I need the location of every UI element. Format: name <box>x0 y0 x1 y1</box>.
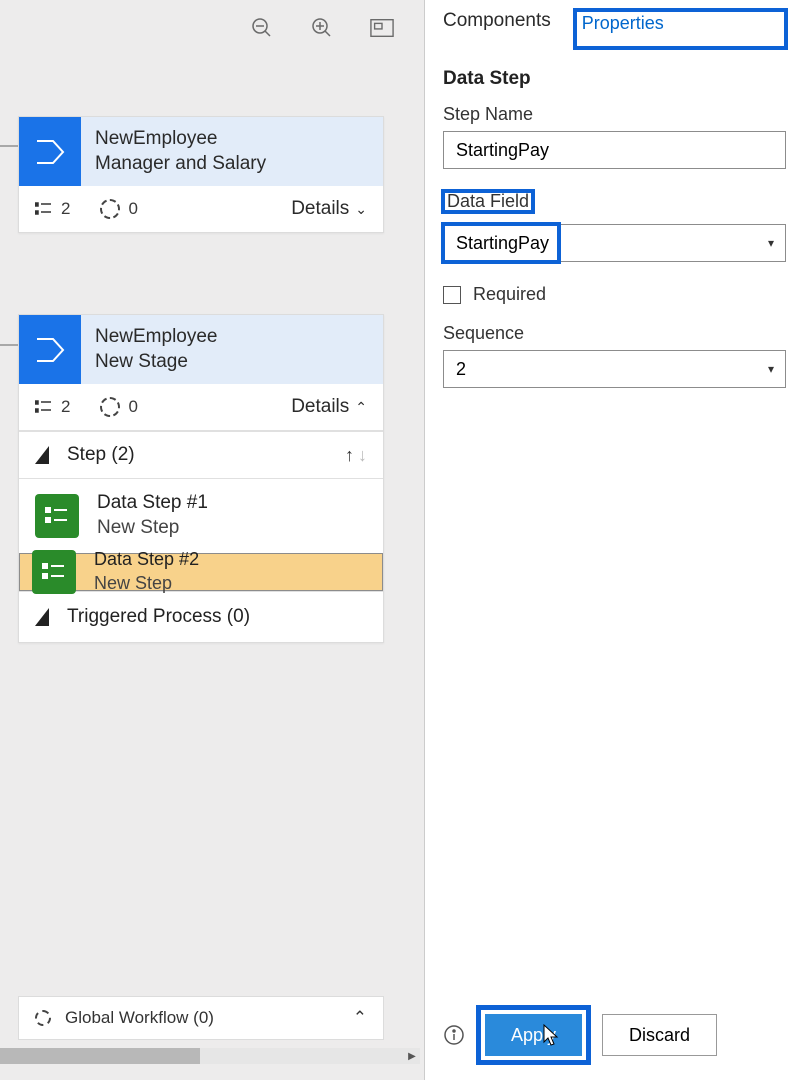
step-label: Data Step #2 <box>94 548 199 571</box>
stage-icon <box>19 117 81 186</box>
dashed-circle-icon <box>35 1010 51 1026</box>
stage-meta: 2 0 Details ⌃ <box>19 384 383 430</box>
panel-section-title: Data Step <box>425 62 804 104</box>
step-count: 2 <box>35 397 70 417</box>
step-label: Data Step #1 <box>97 491 208 516</box>
sequence-label: Sequence <box>443 323 786 344</box>
move-down-icon[interactable]: ↓ <box>358 445 367 466</box>
stage-titles: NewEmployee New Stage <box>81 315 232 384</box>
zoom-in-icon[interactable] <box>310 16 334 40</box>
required-checkbox-row[interactable]: Required <box>443 284 786 305</box>
tab-properties[interactable]: Properties <box>575 10 786 48</box>
data-step-icon <box>35 494 79 538</box>
triggered-process-row[interactable]: Triggered Process (0) <box>19 591 383 642</box>
steps-section-header[interactable]: Step (2) ↑ ↓ <box>19 431 383 478</box>
stage-entity: NewEmployee <box>95 325 218 350</box>
step-name-label: Step Name <box>443 104 786 125</box>
stage-expanded: Step (2) ↑ ↓ Data Step #1 New Step <box>19 430 383 641</box>
process-count: 0 <box>100 199 137 219</box>
scroll-right-icon[interactable]: ▶ <box>404 1048 420 1064</box>
details-toggle[interactable]: Details ⌃ <box>291 396 367 418</box>
data-field-select[interactable]: StartingPay <box>443 224 786 262</box>
stage-name: Manager and Salary <box>95 152 266 177</box>
triangle-icon <box>35 446 49 464</box>
stage-header: NewEmployee Manager and Salary <box>19 117 383 186</box>
dashed-circle-icon <box>100 397 120 417</box>
chevron-up-icon: ⌃ <box>355 399 367 416</box>
global-workflow-bar[interactable]: Global Workflow (0) ⌃ <box>18 996 384 1040</box>
panel-footer: Apply Discard <box>425 1014 804 1056</box>
chevron-down-icon: ⌄ <box>355 201 367 218</box>
connector-line <box>0 145 18 147</box>
panel-tabs: Components Properties <box>425 0 804 62</box>
data-field-label: Data Field <box>447 191 529 211</box>
step-name-input[interactable] <box>443 131 786 169</box>
canvas-pane: NewEmployee Manager and Salary 2 0 Detai… <box>0 0 424 1080</box>
stage-entity: NewEmployee <box>95 127 266 152</box>
dashed-circle-icon <box>100 199 120 219</box>
stage-header: NewEmployee New Stage <box>19 315 383 384</box>
tab-components[interactable]: Components <box>443 10 551 48</box>
stage-card-manager-salary[interactable]: NewEmployee Manager and Salary 2 0 Detai… <box>18 116 384 233</box>
move-up-icon[interactable]: ↑ <box>345 445 354 466</box>
properties-panel: Components Properties Data Step Step Nam… <box>424 0 804 1080</box>
details-toggle[interactable]: Details ⌄ <box>291 198 367 220</box>
step-item-1[interactable]: Data Step #1 New Step <box>19 479 383 552</box>
required-checkbox[interactable] <box>443 286 461 304</box>
triangle-icon <box>35 608 49 626</box>
zoom-out-icon[interactable] <box>250 16 274 40</box>
step-sub: New Step <box>97 516 208 541</box>
sequence-select[interactable]: 2 <box>443 350 786 388</box>
stage-icon <box>19 315 81 384</box>
chevron-up-icon: ⌃ <box>353 1008 367 1028</box>
discard-button[interactable]: Discard <box>602 1014 717 1056</box>
info-icon[interactable] <box>443 1024 465 1046</box>
step-count: 2 <box>35 199 70 219</box>
properties-form: Step Name Data Field StartingPay ▾ Requi… <box>425 104 804 388</box>
step-sub: New Step <box>94 572 199 595</box>
required-label: Required <box>473 284 546 305</box>
data-step-icon <box>32 550 76 594</box>
step-item-2[interactable]: Data Step #2 New Step <box>19 553 383 591</box>
canvas-toolbar <box>250 16 394 40</box>
horizontal-scrollbar[interactable]: ▶ <box>0 1048 420 1064</box>
stage-meta: 2 0 Details ⌄ <box>19 186 383 232</box>
scrollbar-thumb[interactable] <box>0 1048 200 1064</box>
process-count: 0 <box>100 397 137 417</box>
apply-button[interactable]: Apply <box>485 1014 582 1056</box>
stage-card-new-stage[interactable]: NewEmployee New Stage 2 0 Details ⌃ <box>18 314 384 643</box>
connector-line <box>0 344 18 346</box>
stage-name: New Stage <box>95 350 218 375</box>
cursor-icon <box>543 1024 561 1046</box>
stage-titles: NewEmployee Manager and Salary <box>81 117 280 186</box>
fit-screen-icon[interactable] <box>370 16 394 40</box>
